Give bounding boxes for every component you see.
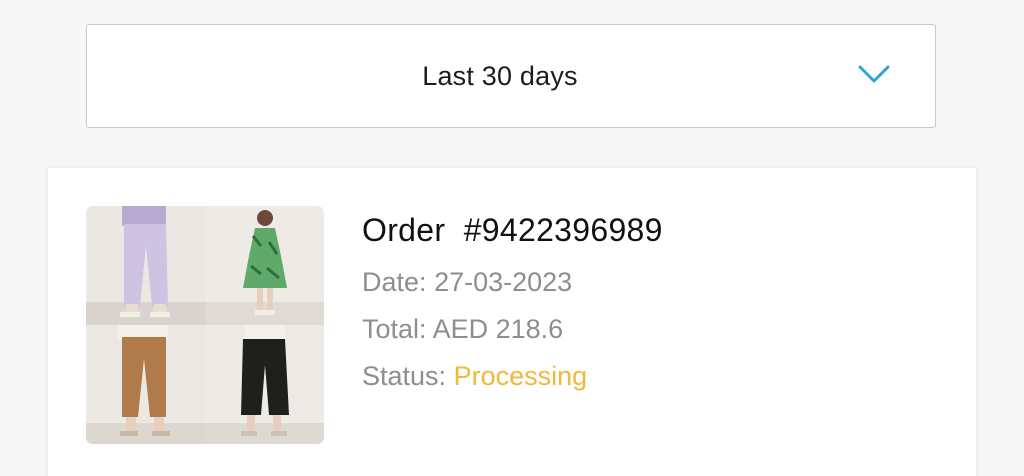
green-floral-dress-image xyxy=(205,206,324,325)
chevron-down-icon xyxy=(858,65,890,83)
order-total-label: Total: xyxy=(362,314,427,344)
order-title-prefix: Order xyxy=(362,212,446,248)
order-status: Status: Processing xyxy=(362,361,663,392)
lavender-trousers-image xyxy=(86,206,205,325)
order-date-label: Date: xyxy=(362,267,427,297)
date-range-dropdown[interactable]: Last 30 days xyxy=(86,24,936,128)
order-status-badge: Processing xyxy=(453,361,588,391)
order-total-value: AED 218.6 xyxy=(432,314,564,344)
order-total: Total: AED 218.6 xyxy=(362,314,663,345)
order-date: Date: 27-03-2023 xyxy=(362,267,663,298)
order-status-label: Status: xyxy=(362,361,447,391)
tan-trousers-image xyxy=(86,325,205,444)
orders-page: Last 30 days Order #9422396989 Date: 27-… xyxy=(0,0,1024,476)
order-card[interactable]: Order #9422396989 Date: 27-03-2023 Total… xyxy=(48,168,976,476)
order-date-value: 27-03-2023 xyxy=(434,267,573,297)
order-details: Order #9422396989 Date: 27-03-2023 Total… xyxy=(362,212,663,408)
order-title: Order #9422396989 xyxy=(362,212,663,249)
date-range-selected-value: Last 30 days xyxy=(422,60,578,91)
order-number: #9422396989 xyxy=(463,212,663,248)
black-culottes-image xyxy=(205,325,324,444)
order-product-thumbnails xyxy=(86,206,324,444)
